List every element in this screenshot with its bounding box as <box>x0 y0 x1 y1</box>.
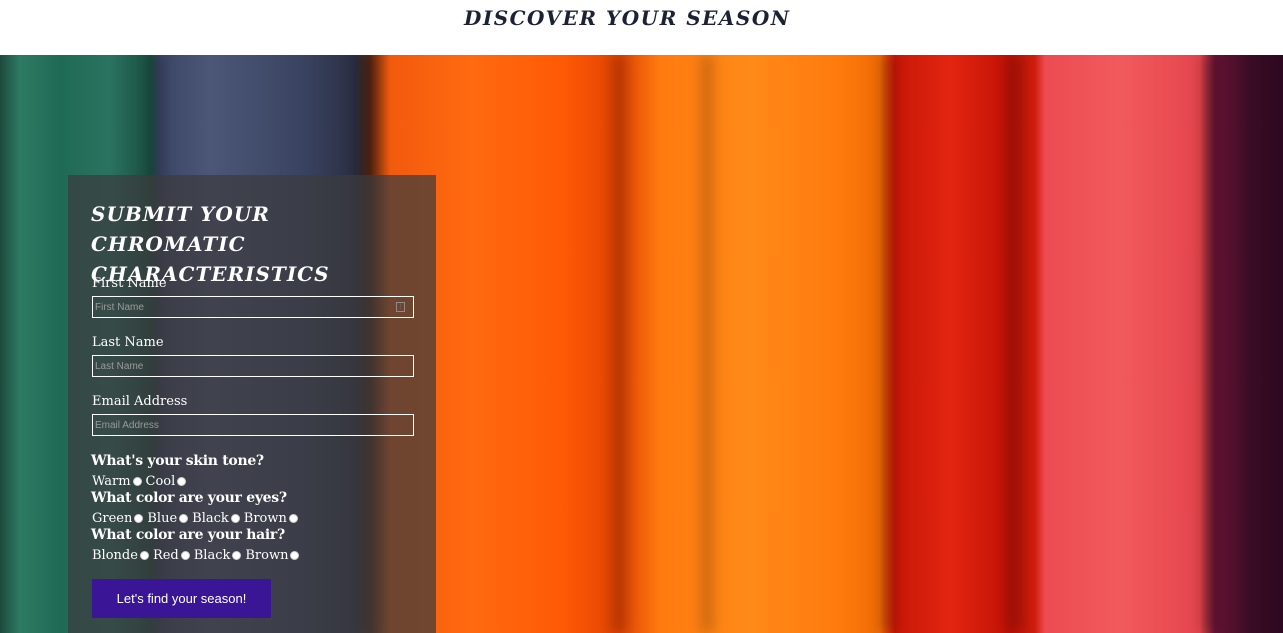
first-name-input[interactable] <box>92 296 414 318</box>
option-label: Warm <box>92 473 131 489</box>
option-label: Blue <box>147 510 178 526</box>
autofill-icon[interactable]: ⋮ <box>396 302 405 312</box>
eye-option-blue: Blue <box>147 510 189 526</box>
skin-option-warm: Warm <box>92 474 142 489</box>
eye-radio-blue[interactable] <box>179 513 189 523</box>
option-label: Black <box>193 547 231 563</box>
skin-radio-warm[interactable] <box>132 476 142 486</box>
hair-radio-black[interactable] <box>232 550 242 560</box>
option-label: Blonde <box>92 547 138 563</box>
option-label: Green <box>92 510 133 526</box>
email-label: Email Address <box>92 394 188 409</box>
skin-tone-options: Warm Cool <box>92 473 190 489</box>
fabric-fold-shadow <box>700 55 714 633</box>
fabric-fold-shadow <box>1005 55 1025 633</box>
hair-radio-brown[interactable] <box>290 550 300 560</box>
eye-radio-green[interactable] <box>134 513 144 523</box>
hair-radio-red[interactable] <box>180 550 190 560</box>
eye-radio-black[interactable] <box>230 513 240 523</box>
eye-color-options: Green Blue Black Brown <box>92 510 302 526</box>
first-name-label: First Name <box>92 276 167 291</box>
hair-option-blonde: Blonde <box>92 548 149 563</box>
skin-radio-cool[interactable] <box>177 476 187 486</box>
option-label: Red <box>152 547 179 563</box>
eye-color-question: What color are your eyes? <box>91 490 287 506</box>
last-name-label: Last Name <box>92 335 164 350</box>
site-title: DISCOVER YOUR SEASON <box>464 6 791 30</box>
option-label: Black <box>192 510 229 526</box>
option-label: Brown <box>245 547 289 563</box>
fabric-fold-shadow <box>610 55 628 633</box>
find-season-button[interactable]: Let's find your season! <box>92 579 271 618</box>
email-input[interactable] <box>92 414 414 436</box>
eye-option-green: Green <box>92 510 144 526</box>
last-name-input[interactable] <box>92 355 414 377</box>
skin-tone-question: What's your skin tone? <box>91 453 264 469</box>
hair-color-options: Blonde Red Black Brown <box>92 547 303 563</box>
fabric-fold-shadow <box>1200 55 1220 633</box>
hair-color-question: What color are your hair? <box>91 527 285 543</box>
eye-option-brown: Brown <box>244 511 298 526</box>
hair-option-red: Red <box>153 548 190 563</box>
site-header: DISCOVER YOUR SEASON <box>0 0 1283 55</box>
hair-option-black: Black <box>194 548 242 563</box>
fabric-fold-shadow <box>880 55 896 633</box>
chromatic-form: SUBMIT YOUR CHROMATIC CHARACTERISTICS Fi… <box>68 175 436 633</box>
hair-radio-blonde[interactable] <box>139 550 149 560</box>
eye-option-black: Black <box>192 511 240 526</box>
hair-option-brown: Brown <box>245 547 300 563</box>
option-label: Cool <box>145 473 176 489</box>
eye-radio-brown[interactable] <box>288 513 298 523</box>
skin-option-cool: Cool <box>146 474 187 489</box>
option-label: Brown <box>243 510 287 526</box>
